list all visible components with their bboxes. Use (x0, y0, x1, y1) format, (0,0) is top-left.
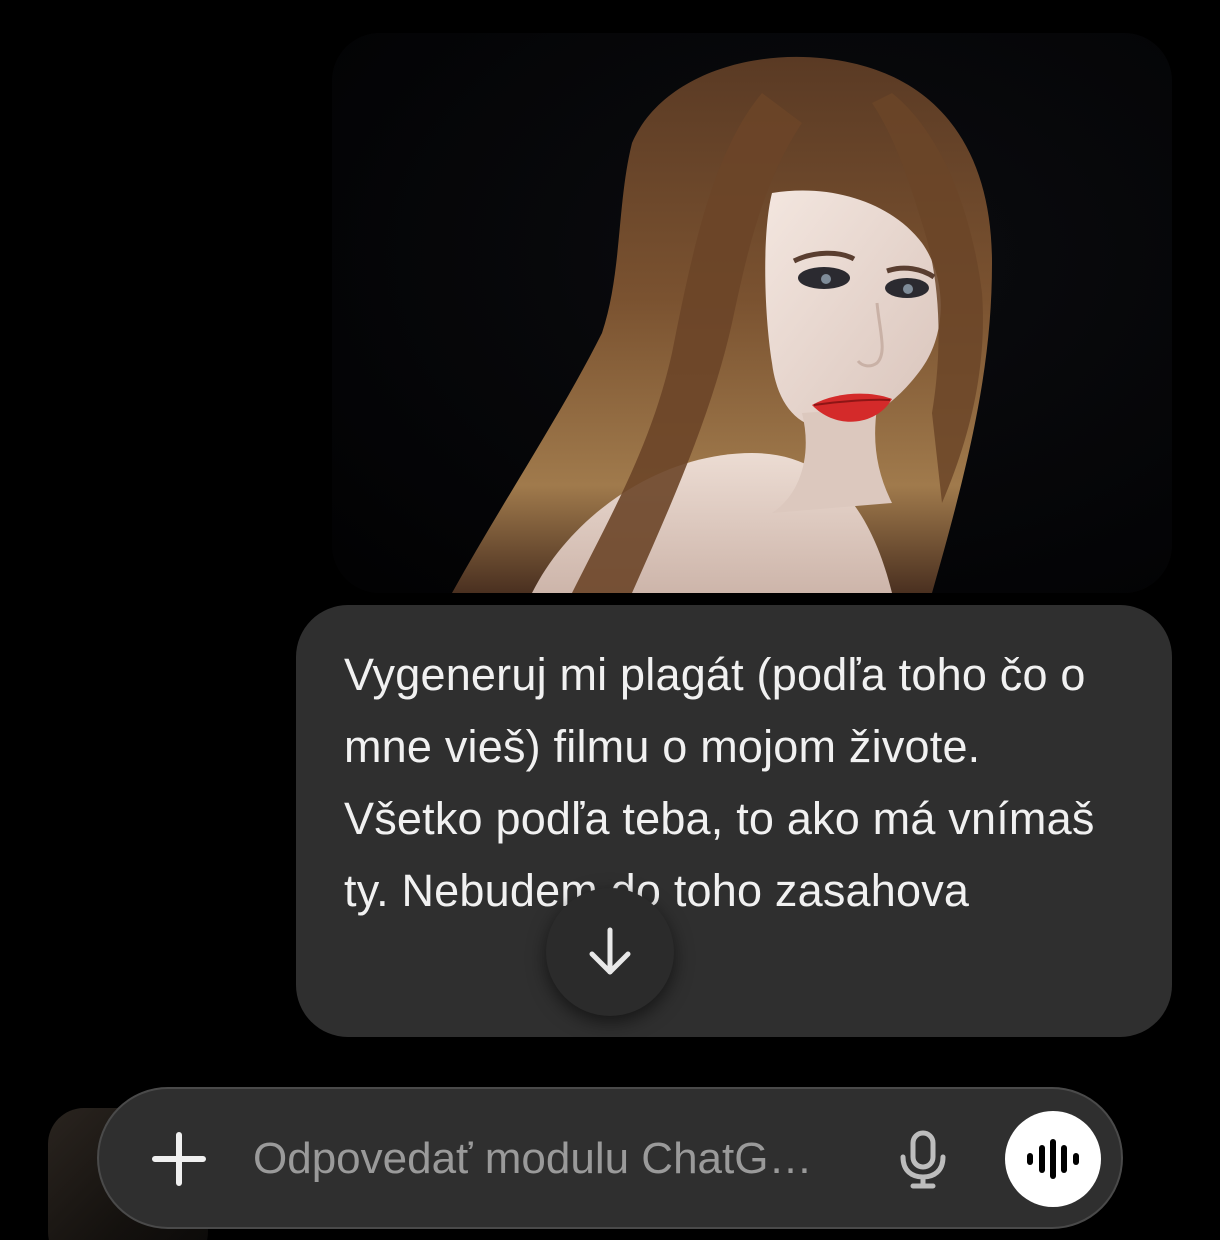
user-message-text: Vygeneruj mi plagát (podľa toho čo o mne… (344, 649, 1095, 916)
voice-mode-button[interactable] (1005, 1111, 1101, 1207)
arrow-down-icon (589, 927, 631, 975)
portrait-photo (332, 33, 1172, 593)
message-input[interactable] (253, 1125, 853, 1193)
chat-screen: Vygeneruj mi plagát (podľa toho čo o mne… (0, 0, 1220, 1240)
user-message-bubble[interactable]: Vygeneruj mi plagát (podľa toho čo o mne… (296, 605, 1172, 1037)
voice-waveform-icon (1027, 1139, 1079, 1179)
attach-button[interactable] (139, 1119, 219, 1199)
plus-icon (152, 1132, 206, 1186)
dictate-button[interactable] (883, 1119, 963, 1199)
scroll-to-bottom-button[interactable] (546, 888, 674, 1016)
microphone-icon (900, 1130, 946, 1189)
attached-photo[interactable] (332, 33, 1172, 593)
message-composer (97, 1087, 1123, 1229)
